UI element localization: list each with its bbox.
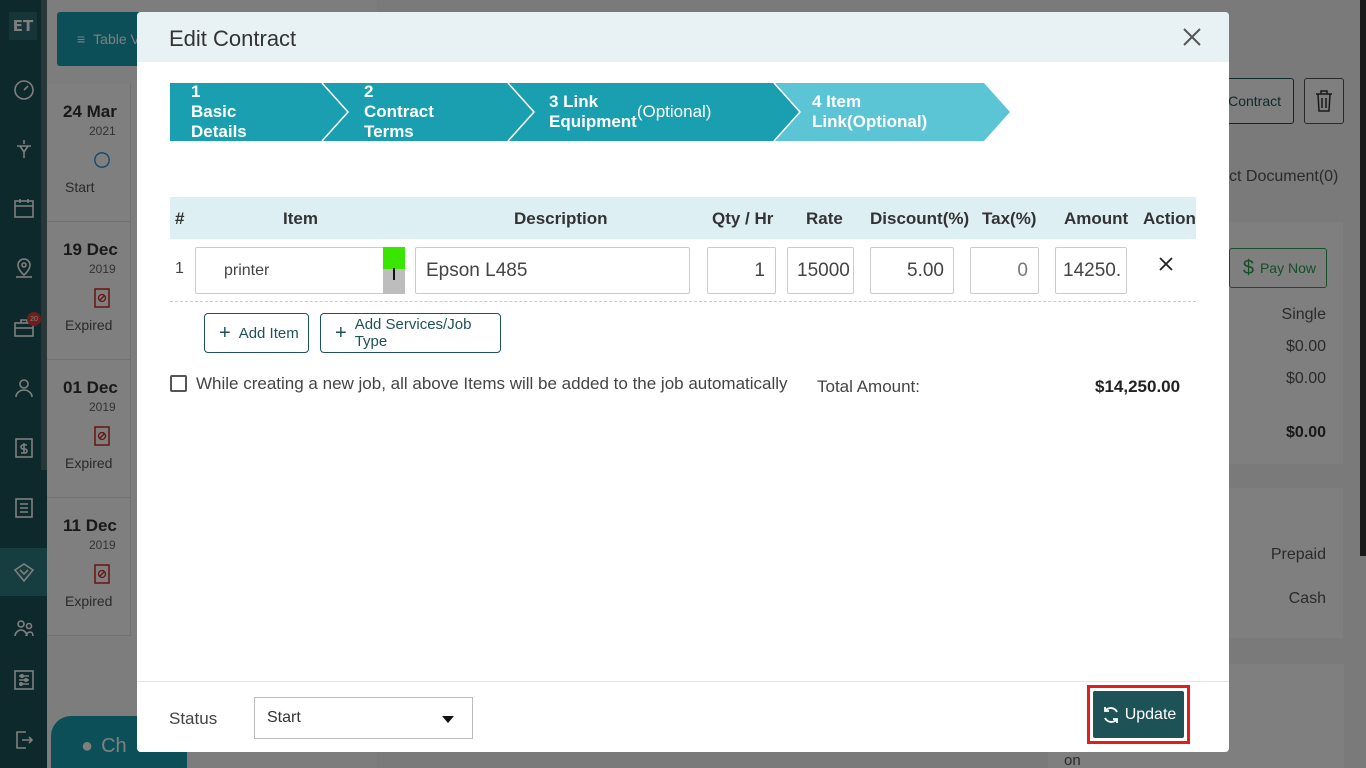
item-picker-handle[interactable] — [383, 247, 405, 294]
step-item-link[interactable]: 4 Item Link(Optional) — [812, 83, 927, 141]
remove-row-icon[interactable] — [1156, 254, 1176, 274]
edit-contract-modal: Edit Contract 1 Basic Details 2 Contract… — [137, 12, 1229, 752]
col-header: Action — [1143, 209, 1196, 228]
plus-icon: + — [219, 322, 231, 344]
caret-down-icon — [442, 716, 454, 723]
description-input[interactable]: Epson L485 — [415, 247, 690, 294]
close-icon[interactable] — [1181, 26, 1203, 48]
plus-icon: + — [335, 322, 347, 344]
refresh-icon — [1103, 706, 1118, 723]
step-basic-details[interactable]: 1 Basic Details — [191, 82, 247, 141]
update-highlight: Update — [1087, 685, 1190, 744]
col-header: Qty / Hr — [712, 209, 774, 228]
add-services-button[interactable]: + Add Services/Job Type — [320, 313, 501, 353]
add-item-button[interactable]: + Add Item — [204, 313, 309, 353]
col-header: Amount — [1064, 209, 1129, 228]
col-header: Discount(%) — [870, 209, 970, 228]
tax-input[interactable]: 0 — [970, 247, 1039, 294]
qty-input[interactable]: 1 — [707, 247, 776, 294]
auto-add-label: While creating a new job, all above Item… — [196, 374, 788, 393]
items-table-header: # Item Description Qty / Hr Rate Discoun… — [170, 197, 1196, 239]
col-header: # — [175, 209, 185, 228]
modal-header: Edit Contract — [137, 12, 1229, 62]
col-header: Rate — [806, 209, 843, 228]
col-header: Item — [283, 209, 318, 228]
total-amount-value: $14,250.00 — [1095, 377, 1181, 396]
rate-input[interactable]: 15000 — [787, 247, 854, 294]
discount-input[interactable]: 5.00 — [870, 247, 954, 294]
update-button[interactable]: Update — [1093, 691, 1184, 738]
item-input[interactable]: printer — [195, 247, 405, 294]
col-header: Description — [514, 209, 608, 228]
status-select[interactable]: Start — [254, 697, 473, 739]
total-amount-label: Total Amount: — [817, 377, 921, 396]
step-contract-terms[interactable]: 2 Contract Terms — [364, 82, 434, 141]
modal-footer: Status Start Update — [137, 681, 1229, 752]
col-header: Tax(%) — [982, 209, 1037, 228]
step-link-equipment[interactable]: 3 Link Equipment (Optional) — [549, 83, 711, 141]
amount-input[interactable]: 14250. — [1055, 247, 1127, 294]
row-number: 1 — [175, 260, 184, 277]
status-label: Status — [169, 709, 218, 728]
auto-add-checkbox[interactable] — [170, 375, 187, 392]
row-divider — [170, 301, 1196, 302]
modal-title: Edit Contract — [169, 26, 297, 51]
